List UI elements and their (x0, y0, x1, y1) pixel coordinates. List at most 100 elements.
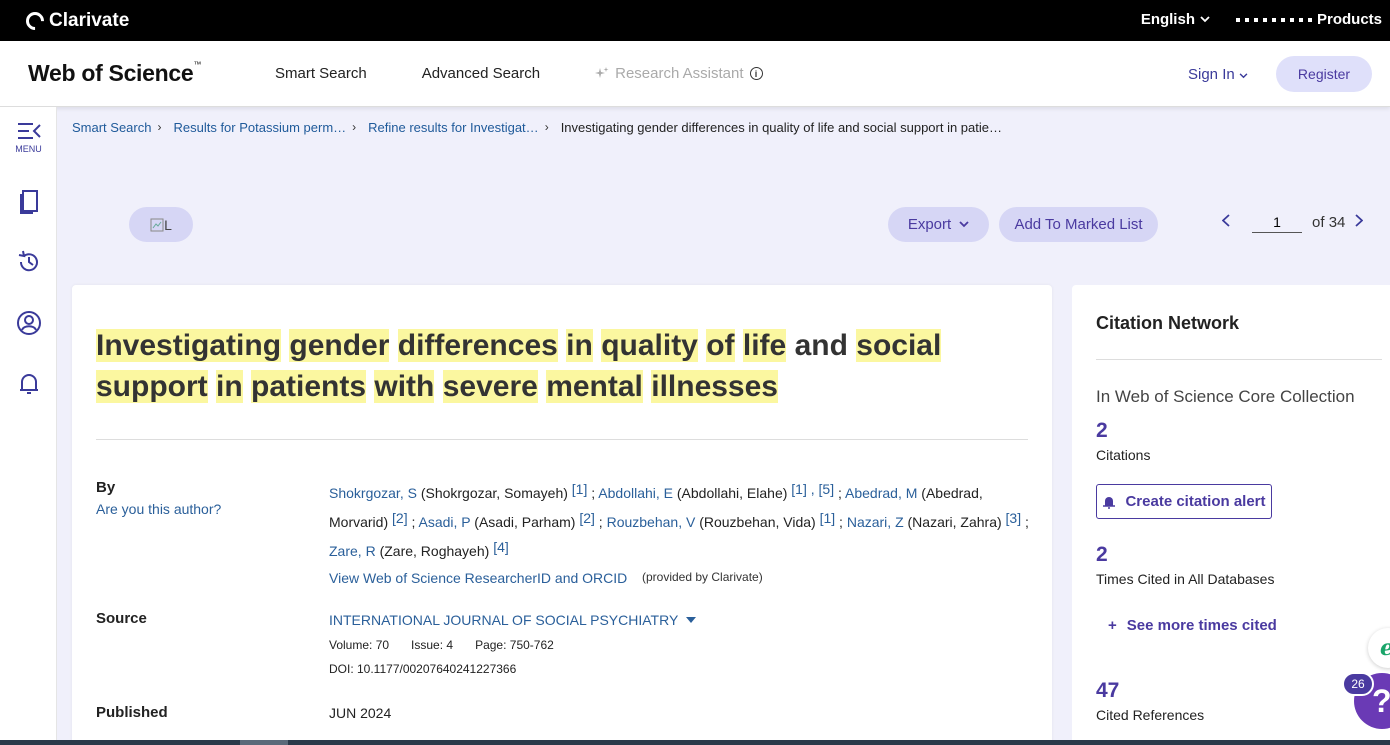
author-list: Shokrgozar, S (Shokrgozar, Somayeh) [1] … (329, 477, 1029, 564)
chevron-right-icon (1355, 213, 1364, 227)
author-link[interactable]: Rouzbehan, V (607, 514, 696, 530)
doi: DOI: 10.1177/00207640241227366 (329, 662, 517, 676)
page-range: Page: 750-762 (475, 638, 554, 652)
affiliation-link[interactable]: [2] (579, 510, 595, 526)
logo-tm: ™ (193, 60, 202, 69)
sign-in-label: Sign In (1188, 66, 1235, 83)
add-to-marked-list-button[interactable]: Add To Marked List (999, 207, 1158, 242)
author-separator: ; (834, 485, 846, 501)
nav-smart-search[interactable]: Smart Search (275, 65, 367, 82)
citations-count[interactable]: 2 (1096, 419, 1108, 443)
page-number-input[interactable] (1252, 212, 1302, 233)
are-you-this-author-link[interactable]: Are you this author? (96, 501, 221, 517)
researcher-id-link[interactable]: View Web of Science ResearcherID and ORC… (329, 570, 627, 586)
affiliation-link[interactable]: [1] (820, 510, 836, 526)
cited-references-count[interactable]: 47 (1096, 679, 1119, 703)
affiliation-link[interactable]: [4] (493, 539, 509, 555)
core-collection-label: In Web of Science Core Collection (1096, 387, 1355, 406)
language-selector[interactable]: English (1141, 11, 1210, 28)
author-link[interactable]: Zare, R (329, 543, 376, 559)
times-cited-count[interactable]: 2 (1096, 543, 1108, 567)
author-link[interactable]: Abedrad, M (845, 485, 917, 501)
title-word: quality (601, 329, 698, 362)
see-more-times-cited-button[interactable]: + See more times cited (1108, 617, 1277, 634)
notification-badge: 26 (1342, 672, 1374, 696)
title-word: differences (397, 329, 558, 362)
brand-name: Clarivate (49, 10, 130, 31)
plus-icon: + (1108, 617, 1117, 634)
previous-record-button[interactable] (1221, 213, 1230, 232)
title-word: and (794, 329, 848, 362)
create-citation-alert-button[interactable]: Create citation alert (1096, 484, 1272, 519)
author-link[interactable]: Abdollahi, E (598, 485, 673, 501)
author-full-name: (Abdollahi, Elahe) (673, 485, 792, 501)
title-word: patients (251, 370, 367, 403)
page-total: 34 (1328, 214, 1346, 231)
author-full-name: (Asadi, Parham) (470, 514, 580, 530)
affiliation-link[interactable]: [1] , [5] (791, 481, 834, 497)
assistant-logo-icon: ℯ (1380, 635, 1390, 660)
research-assistant-label: Research Assistant (615, 65, 744, 82)
alerts-button[interactable] (0, 371, 57, 397)
export-label: Export (907, 216, 952, 233)
journal-name: INTERNATIONAL JOURNAL OF SOCIAL PSYCHIAT… (329, 612, 679, 628)
chevron-down-icon (1200, 16, 1210, 23)
citation-divider (1096, 359, 1382, 360)
of-text: of (1312, 214, 1325, 231)
author-separator: ; (1021, 514, 1029, 530)
author-link[interactable]: Shokrgozar, S (329, 485, 417, 501)
main-nav: Smart Search Advanced Search Research As… (275, 65, 763, 82)
author-full-name: (Shokrgozar, Somayeh) (416, 485, 572, 501)
back-to-results-button[interactable]: L (129, 207, 193, 242)
title-word: life (742, 329, 787, 362)
affiliation-link[interactable]: [3] (1006, 510, 1022, 526)
broken-image-icon (150, 218, 164, 231)
chevron-left-icon (1221, 213, 1230, 227)
see-more-label: See more times cited (1126, 617, 1277, 634)
profile-button[interactable] (0, 310, 57, 336)
author-link[interactable]: Nazari, Z (847, 514, 904, 530)
logo-text: Web of Science (28, 60, 194, 86)
create-alert-label: Create citation alert (1125, 493, 1266, 510)
affiliation-link[interactable]: [1] (572, 481, 588, 497)
record-title: Investigating gender differences in qual… (96, 325, 976, 407)
sign-in-button[interactable]: Sign In (1188, 66, 1248, 83)
bell-plus-icon (1103, 496, 1116, 509)
export-button[interactable]: Export (888, 207, 989, 242)
title-word: mental (546, 370, 643, 403)
bell-icon (19, 374, 38, 394)
menu-button[interactable]: MENU (0, 121, 57, 154)
info-icon[interactable]: i (749, 67, 763, 80)
bottom-taskbar-strip (0, 740, 1390, 745)
author-separator: ; (835, 514, 847, 530)
volume: Volume: 70 (329, 638, 390, 652)
history-button[interactable] (0, 249, 57, 275)
profile-icon (16, 311, 41, 335)
breadcrumb-results[interactable]: Results for Potassium perm… (173, 120, 346, 135)
breadcrumb-smart-search[interactable]: Smart Search (72, 120, 151, 135)
author-link[interactable]: Asadi, P (419, 514, 471, 530)
title-word: support (96, 370, 208, 403)
title-word: severe (442, 370, 538, 403)
citation-network-card: Citation Network In Web of Science Core … (1072, 285, 1390, 745)
chevron-right-icon: › (544, 120, 549, 134)
web-of-science-logo[interactable]: Web of Science™ (28, 60, 201, 87)
record-pager: of 34 (1221, 212, 1364, 233)
nav-research-assistant[interactable]: Research Assistant i (595, 65, 763, 82)
clarivate-logo[interactable]: Clarivate (22, 8, 130, 34)
marked-list-button[interactable] (0, 189, 57, 215)
times-cited-label: Times Cited in All Databases (1096, 571, 1275, 587)
next-record-button[interactable] (1355, 213, 1364, 232)
affiliation-link[interactable]: [2] (392, 510, 408, 526)
journal-link[interactable]: INTERNATIONAL JOURNAL OF SOCIAL PSYCHIAT… (329, 612, 697, 628)
products-menu[interactable]: Products (1235, 11, 1382, 28)
header: Web of Science™ Smart Search Advanced Se… (0, 41, 1390, 107)
author-separator: ; (407, 514, 419, 530)
register-button[interactable]: Register (1276, 56, 1372, 92)
title-word: gender (289, 329, 390, 362)
breadcrumb-refine-results[interactable]: Refine results for Investigat… (368, 120, 539, 135)
author-full-name: (Rouzbehan, Vida) (695, 514, 820, 530)
source-label: Source (96, 610, 147, 627)
nav-advanced-search[interactable]: Advanced Search (422, 65, 540, 82)
chevron-right-icon: › (157, 120, 162, 134)
